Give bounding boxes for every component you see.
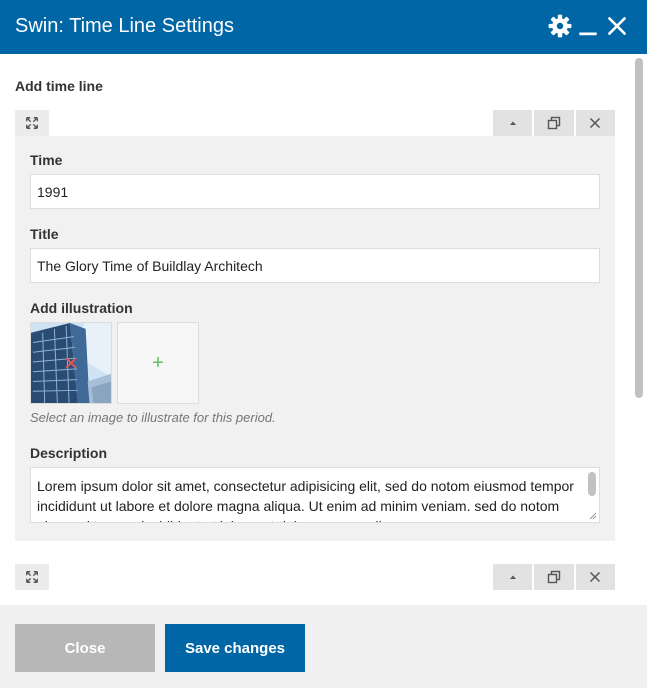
illustration-label: Add illustration <box>30 300 133 316</box>
resize-grip-icon[interactable] <box>589 512 597 520</box>
caret-up-icon <box>509 575 516 579</box>
drag-handle-icon[interactable] <box>15 564 49 590</box>
save-changes-button[interactable]: Save changes <box>165 624 305 672</box>
timeline-item-panel: Time Title Add illustration <box>15 136 615 541</box>
description-text: Lorem ipsum dolor sit amet, consectetur … <box>37 478 574 522</box>
drag-handle-icon[interactable] <box>15 110 49 136</box>
textarea-scrollbar[interactable] <box>588 472 596 496</box>
minimize-icon[interactable] <box>575 13 601 39</box>
item-controls <box>493 110 615 136</box>
duplicate-button[interactable] <box>534 564 574 590</box>
section-title: Add time line <box>15 78 103 94</box>
collapse-button[interactable] <box>493 564 533 590</box>
duplicate-button[interactable] <box>534 110 574 136</box>
expand-arrows-icon <box>26 117 38 129</box>
remove-image-icon[interactable] <box>65 357 77 369</box>
description-label: Description <box>30 445 108 461</box>
close-icon <box>590 117 601 129</box>
illustration-hint: Select an image to illustrate for this p… <box>30 410 276 425</box>
caret-up-icon <box>509 121 516 125</box>
close-button[interactable]: Close <box>15 624 155 672</box>
title-label: Title <box>30 226 59 242</box>
content-scrollbar[interactable] <box>635 58 643 398</box>
close-icon <box>590 571 601 583</box>
illustration-thumbnail[interactable] <box>30 322 112 404</box>
window-title: Swin: Time Line Settings <box>15 15 234 37</box>
plus-icon: + <box>152 351 164 374</box>
gear-icon[interactable] <box>547 13 573 39</box>
dialog-footer: Close Save changes <box>0 605 647 688</box>
title-bar: Swin: Time Line Settings <box>0 0 647 54</box>
item-controls <box>493 564 615 590</box>
add-image-button[interactable]: + <box>117 322 199 404</box>
remove-item-button[interactable] <box>575 564 615 590</box>
time-input[interactable] <box>30 174 600 209</box>
collapse-button[interactable] <box>493 110 533 136</box>
description-textarea[interactable]: Lorem ipsum dolor sit amet, consectetur … <box>30 467 600 523</box>
remove-item-button[interactable] <box>575 110 615 136</box>
title-input[interactable] <box>30 248 600 283</box>
close-icon[interactable] <box>604 13 630 39</box>
expand-arrows-icon <box>26 571 38 583</box>
copy-icon <box>547 116 561 130</box>
copy-icon <box>547 570 561 584</box>
time-label: Time <box>30 152 63 168</box>
